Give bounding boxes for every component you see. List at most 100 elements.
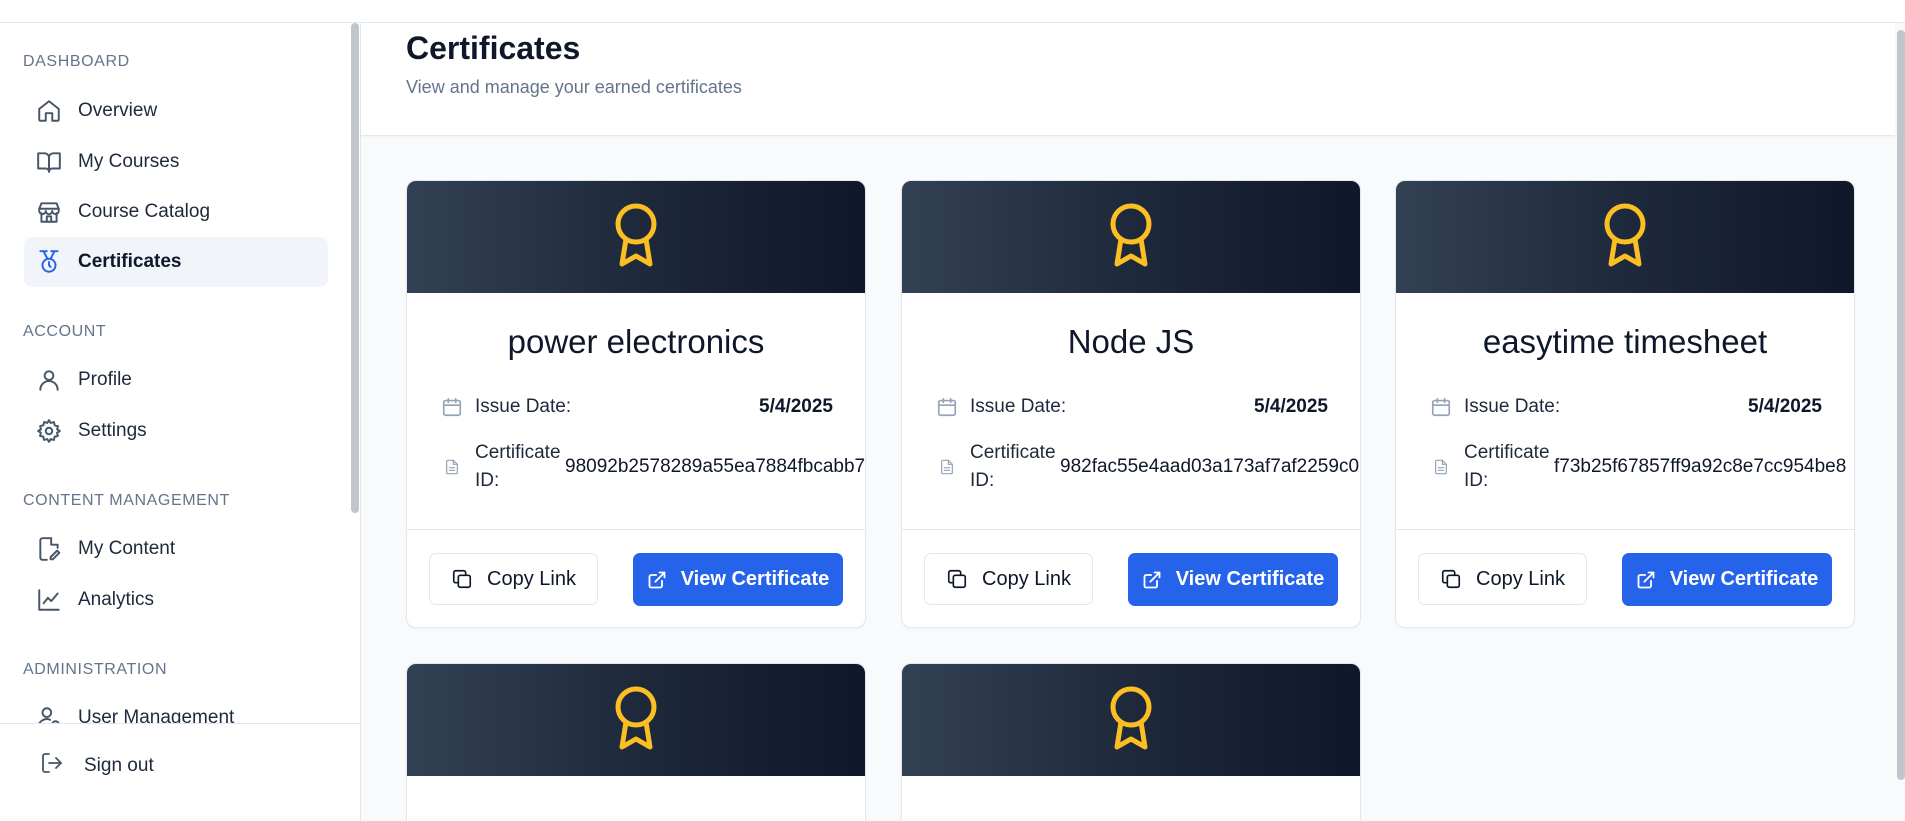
- certificate-card: [406, 663, 866, 821]
- certificate-banner: [902, 181, 1360, 293]
- sidebar-item-label: My Content: [78, 538, 176, 559]
- issue-date-row: Issue Date: 5/4/2025: [936, 396, 1328, 418]
- sidebar-item-label: My Courses: [78, 151, 180, 172]
- sign-out-label: Sign out: [84, 754, 154, 776]
- page-subtitle: View and manage your earned certificates: [406, 77, 742, 97]
- sidebar-item-profile[interactable]: Profile: [24, 355, 328, 405]
- award-icon: [612, 685, 660, 756]
- sidebar-item-course-catalog[interactable]: Course Catalog: [24, 187, 328, 237]
- issue-date-value: 5/4/2025: [759, 396, 833, 417]
- issue-date-label: Issue Date:: [970, 396, 1067, 417]
- sidebar-footer: Sign out: [0, 723, 360, 821]
- section-label-administration: ADMINISTRATION: [23, 661, 168, 678]
- sidebar-item-settings[interactable]: Settings: [24, 406, 328, 456]
- store-icon: [35, 198, 63, 226]
- user-cog-icon: [35, 704, 63, 723]
- sidebar-item-certificates[interactable]: Certificates: [24, 237, 328, 287]
- sidebar-item-analytics[interactable]: Analytics: [24, 575, 328, 625]
- award-icon: [1107, 685, 1155, 756]
- sidebar-item-label: Settings: [78, 420, 147, 441]
- view-certificate-button[interactable]: View Certificate: [1622, 553, 1832, 606]
- card-divider: [407, 529, 865, 530]
- sign-out-button[interactable]: Sign out: [40, 751, 154, 780]
- sidebar-item-overview[interactable]: Overview: [24, 86, 328, 136]
- copy-link-label: Copy Link: [487, 567, 576, 590]
- copy-link-label: Copy Link: [982, 567, 1071, 590]
- award-icon: [612, 202, 660, 273]
- chart-line-icon: [35, 586, 63, 614]
- external-link-icon: [648, 571, 666, 588]
- certificate-id-label: Certificate ID:: [970, 442, 1056, 491]
- calendar-icon: [1430, 396, 1452, 418]
- sidebar-item-label: Certificates: [78, 251, 182, 272]
- sidebar-item-label: Overview: [78, 100, 158, 121]
- certificate-id-value: 982fac55e4aad03a173af7af2259c0: [1060, 456, 1360, 477]
- certificate-id-row: Certificate ID: 98092b2578289a55ea7884fb…: [441, 439, 865, 495]
- copy-icon: [1441, 569, 1461, 589]
- sidebar-item-label: Course Catalog: [78, 201, 211, 222]
- certificate-banner: [407, 664, 865, 776]
- award-icon: [1107, 202, 1155, 273]
- view-certificate-label: View Certificate: [680, 568, 830, 590]
- sidebar-item-label: Profile: [78, 369, 132, 390]
- copy-link-button[interactable]: Copy Link: [429, 553, 598, 605]
- issue-date-label: Issue Date:: [475, 396, 572, 417]
- document-icon: [936, 456, 958, 478]
- certificate-banner: [902, 664, 1360, 776]
- certificate-id-row: Certificate ID: f73b25f67857ff9a92c8e7cc…: [1430, 439, 1846, 495]
- card-divider: [902, 529, 1360, 530]
- home-icon: [35, 97, 63, 125]
- sidebar-item-my-content[interactable]: My Content: [24, 524, 328, 574]
- top-bar: [0, 0, 1905, 23]
- document-icon: [1430, 456, 1452, 478]
- user-icon: [35, 366, 63, 394]
- certificate-card: Node JS Issue Date: 5/4/2025 Certificate…: [901, 180, 1361, 628]
- view-certificate-button[interactable]: View Certificate: [633, 553, 843, 606]
- certificate-id-value: 98092b2578289a55ea7884fbcabb7: [565, 456, 866, 477]
- book-open-icon: [35, 148, 63, 176]
- copy-icon: [947, 569, 967, 589]
- section-label-account: ACCOUNT: [23, 323, 107, 340]
- external-link-icon: [1143, 571, 1161, 588]
- certificate-banner: [407, 181, 865, 293]
- page-title: Certificates: [406, 30, 581, 66]
- copy-icon: [452, 569, 472, 589]
- calendar-icon: [936, 396, 958, 418]
- award-icon: [1601, 202, 1649, 273]
- issue-date-value: 5/4/2025: [1748, 396, 1822, 417]
- certificate-card: easytime timesheet Issue Date: 5/4/2025 …: [1395, 180, 1855, 628]
- certificate-id-row: Certificate ID: 982fac55e4aad03a173af7af…: [936, 439, 1359, 495]
- certificate-card: power electronics Issue Date: 5/4/2025 C…: [406, 180, 866, 628]
- medal-icon: [35, 248, 63, 276]
- file-edit-icon: [35, 535, 63, 563]
- sidebar-item-label: User Management: [78, 707, 235, 723]
- copy-link-button[interactable]: Copy Link: [924, 553, 1093, 605]
- certificate-title: Node JS: [1067, 323, 1195, 360]
- section-label-content-management: CONTENT MANAGEMENT: [23, 492, 230, 509]
- main-scrollbar[interactable]: [1897, 30, 1905, 780]
- calendar-icon: [441, 396, 463, 418]
- sidebar-item-user-management[interactable]: User Management: [24, 693, 328, 723]
- certificate-banner: [1396, 181, 1854, 293]
- issue-date-row: Issue Date: 5/4/2025: [1430, 396, 1822, 418]
- certificate-id-label: Certificate ID:: [475, 442, 561, 491]
- gear-icon: [35, 417, 63, 445]
- sidebar: DASHBOARD Overview My Courses Course Cat…: [0, 23, 361, 821]
- section-label-dashboard: DASHBOARD: [23, 53, 130, 70]
- issue-date-value: 5/4/2025: [1254, 396, 1328, 417]
- issue-date-label: Issue Date:: [1464, 396, 1561, 417]
- document-icon: [441, 456, 463, 478]
- certificate-card: [901, 663, 1361, 821]
- sidebar-scrollbar[interactable]: [351, 23, 359, 513]
- view-certificate-label: View Certificate: [1669, 568, 1819, 590]
- copy-link-button[interactable]: Copy Link: [1418, 553, 1587, 605]
- certificate-id-label: Certificate ID:: [1464, 442, 1550, 491]
- sign-out-icon: [40, 751, 64, 780]
- view-certificate-button[interactable]: View Certificate: [1128, 553, 1338, 606]
- copy-link-label: Copy Link: [1476, 567, 1565, 590]
- certificate-title: power electronics: [507, 323, 765, 360]
- view-certificate-label: View Certificate: [1175, 568, 1325, 590]
- certificate-title: easytime timesheet: [1482, 323, 1768, 360]
- card-divider: [1396, 529, 1854, 530]
- sidebar-item-my-courses[interactable]: My Courses: [24, 137, 328, 187]
